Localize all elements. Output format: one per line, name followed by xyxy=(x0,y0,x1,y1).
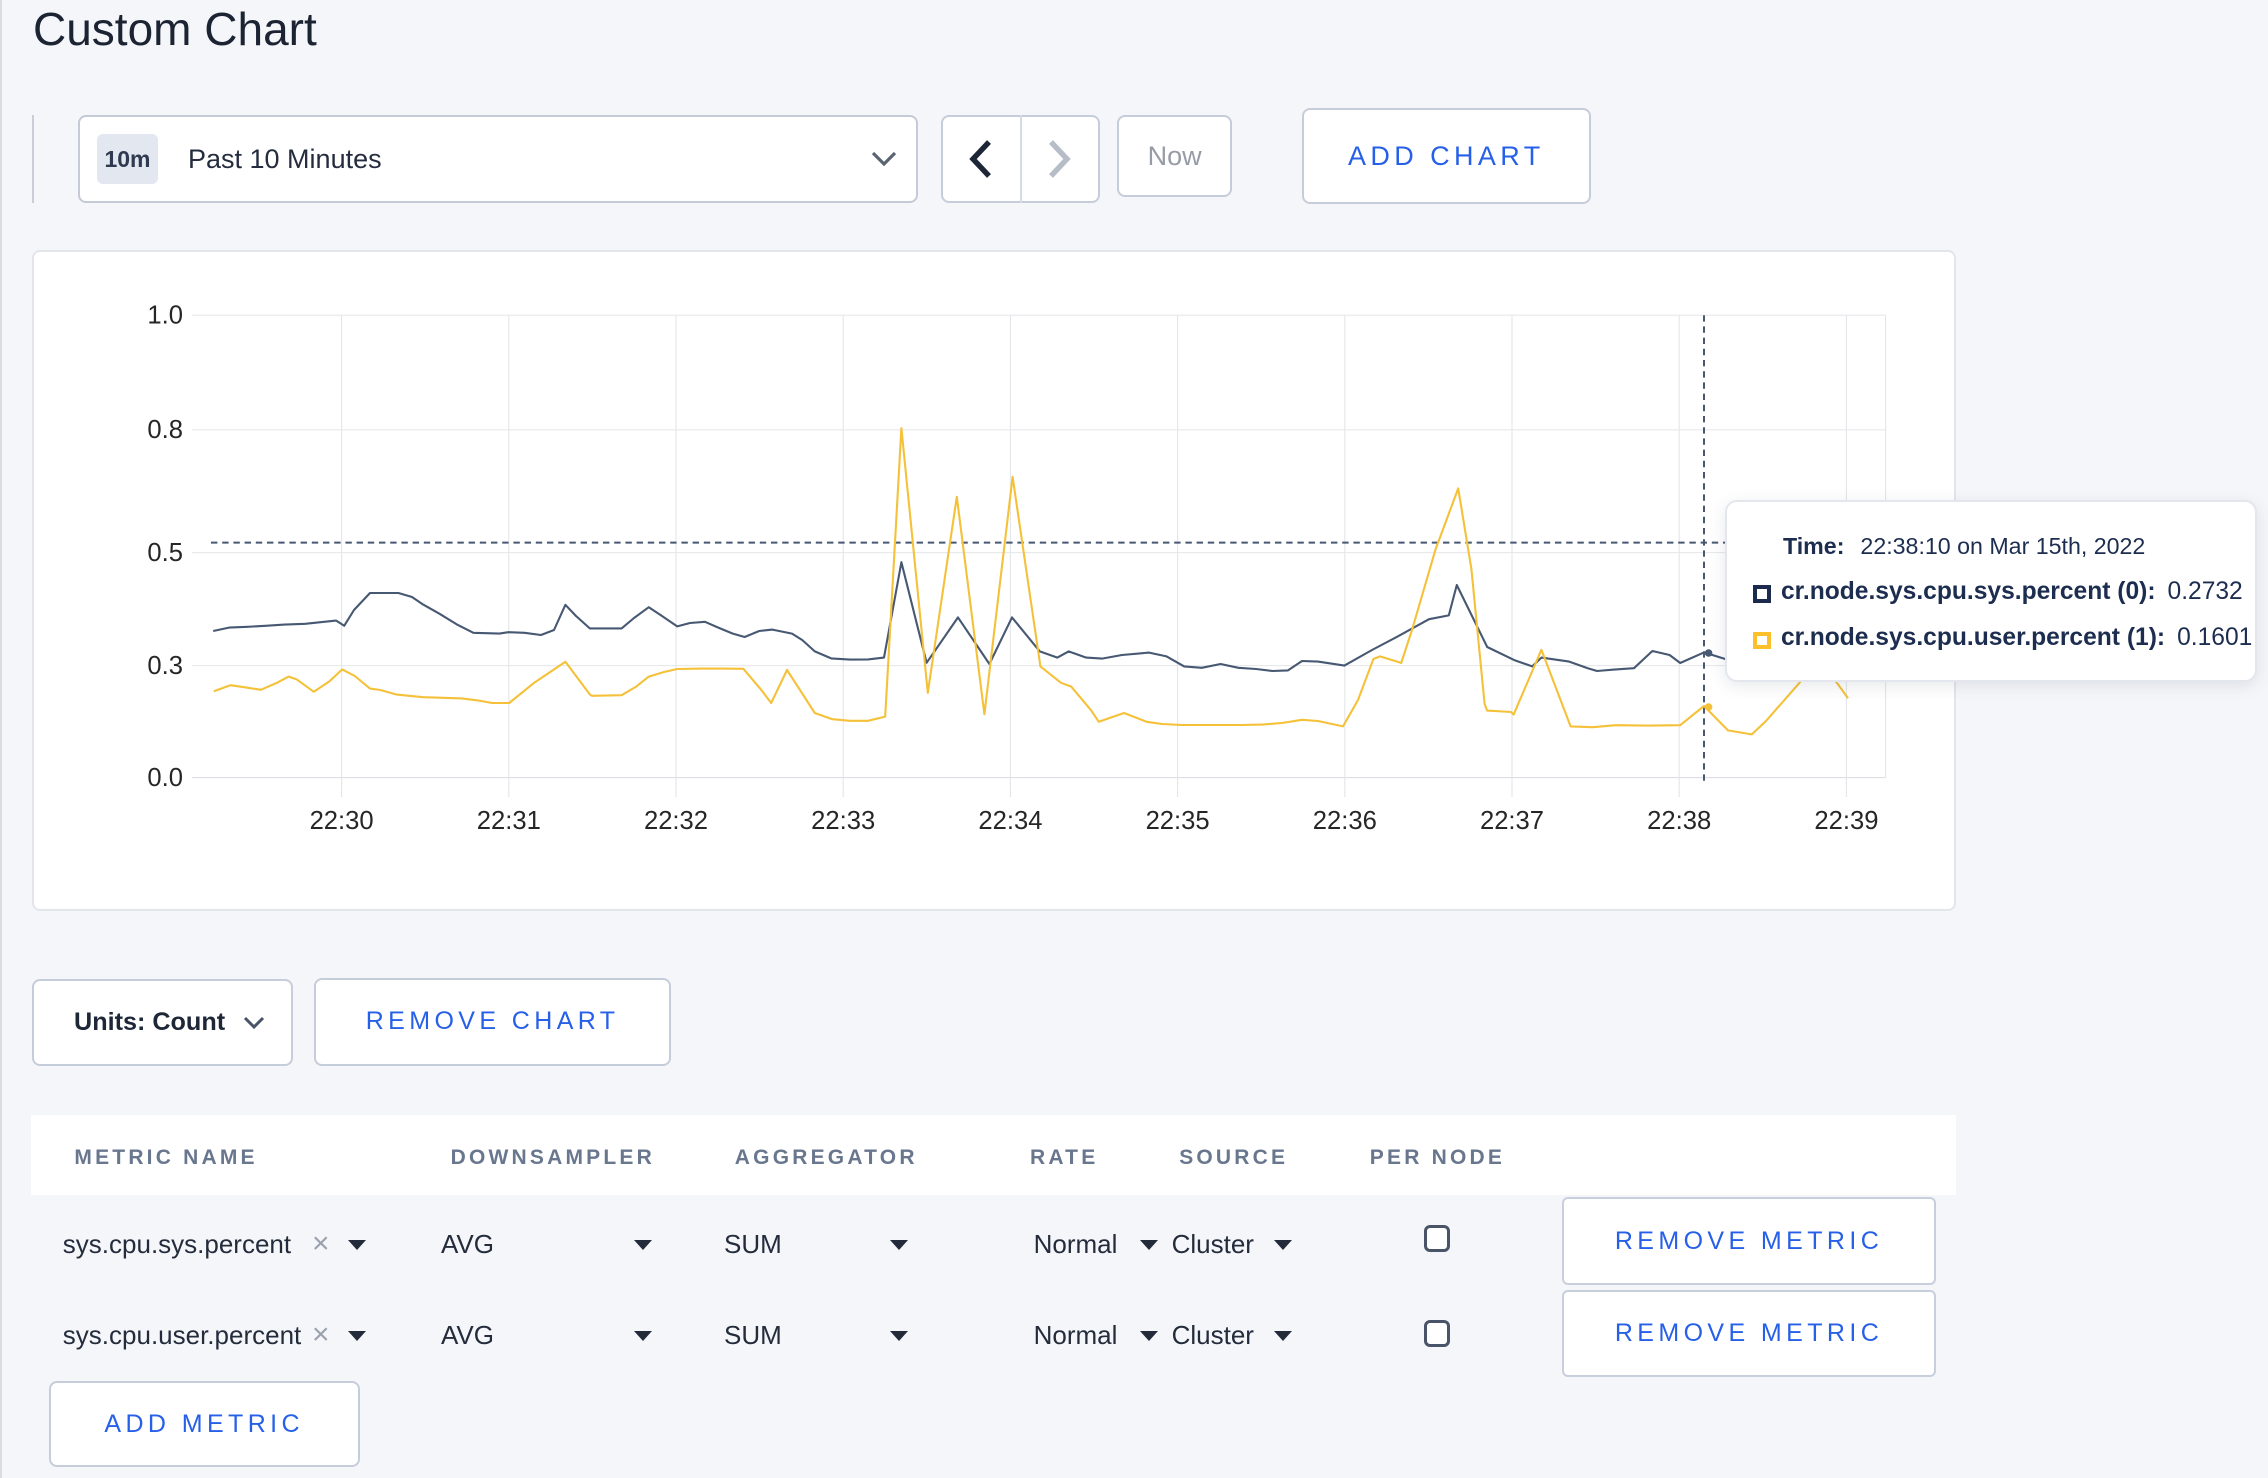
svg-text:0.0: 0.0 xyxy=(147,764,183,792)
svg-text:22:35: 22:35 xyxy=(1146,807,1210,835)
svg-text:22:36: 22:36 xyxy=(1313,807,1377,835)
svg-text:22:39: 22:39 xyxy=(1814,807,1878,835)
svg-text:22:31: 22:31 xyxy=(477,807,541,835)
svg-text:0.5: 0.5 xyxy=(147,539,183,567)
svg-text:22:33: 22:33 xyxy=(811,807,875,835)
svg-text:22:37: 22:37 xyxy=(1480,807,1544,835)
svg-text:22:30: 22:30 xyxy=(310,807,374,835)
svg-text:0.3: 0.3 xyxy=(147,652,183,680)
svg-text:22:32: 22:32 xyxy=(644,807,708,835)
svg-text:22:38: 22:38 xyxy=(1647,807,1711,835)
svg-text:22:34: 22:34 xyxy=(978,807,1042,835)
svg-text:0.8: 0.8 xyxy=(147,416,183,444)
svg-text:1.0: 1.0 xyxy=(147,302,183,330)
